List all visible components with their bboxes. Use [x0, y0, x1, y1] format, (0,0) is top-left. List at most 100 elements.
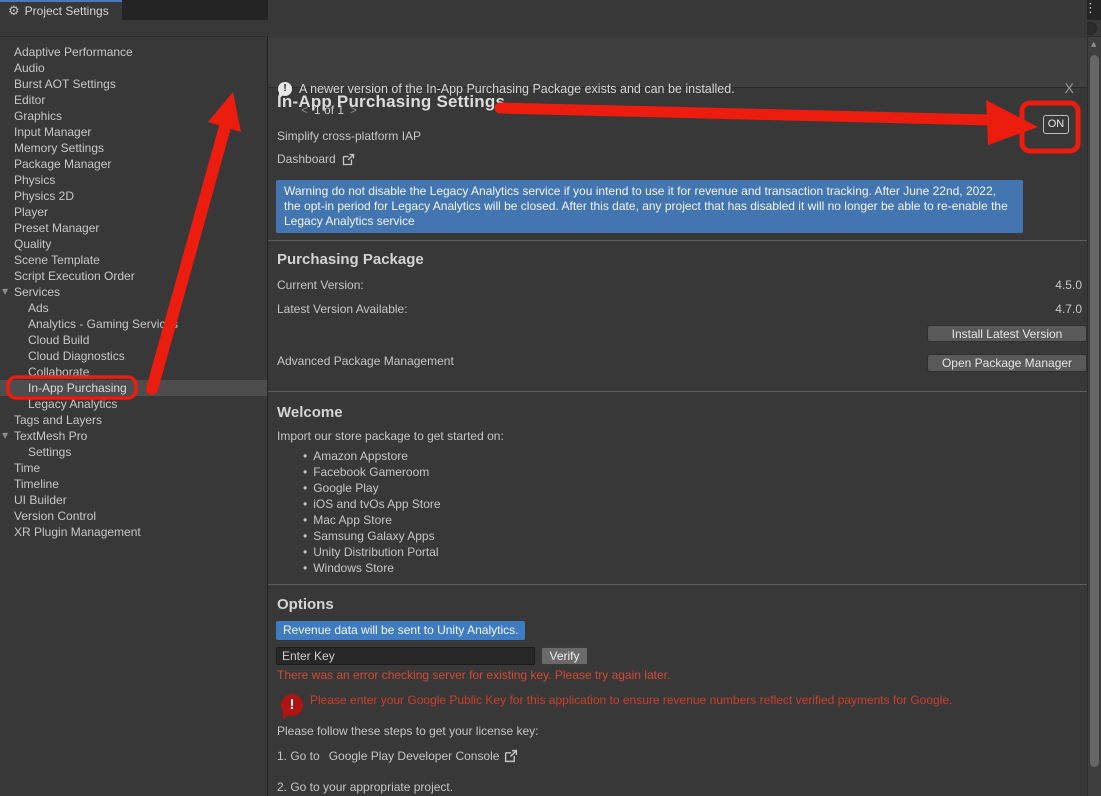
tab-project-settings[interactable]: ⚙ Project Settings [0, 0, 122, 20]
sidebar-item[interactable]: Adaptive Performance [0, 44, 267, 60]
scrollbar-thumb[interactable] [1090, 55, 1099, 767]
sidebar-item[interactable]: Script Execution Order [0, 268, 267, 284]
welcome-heading: Welcome [277, 404, 343, 421]
sidebar-item[interactable]: Physics 2D [0, 188, 267, 204]
current-version-row: Current Version: 4.5.0 [277, 278, 1082, 292]
sidebar-item[interactable]: Graphics [0, 108, 267, 124]
sidebar-item[interactable]: Input Manager [0, 124, 267, 140]
sidebar-item[interactable]: Settings [0, 444, 267, 460]
sidebar-item[interactable]: In-App Purchasing [0, 380, 267, 396]
store-list-item: Unity Distribution Portal [303, 544, 441, 560]
store-name: Facebook Gameroom [313, 465, 429, 479]
welcome-intro: Import our store package to get started … [277, 429, 1082, 443]
sidebar-item-label: Package Manager [14, 157, 111, 171]
sidebar-item[interactable]: Audio [0, 60, 267, 76]
latest-version-row: Latest Version Available: 4.7.0 [277, 302, 1082, 316]
page-title: In-App Purchasing Settings [277, 92, 505, 112]
server-error-text: There was an error checking server for e… [277, 668, 670, 682]
sidebar-item-label: Tags and Layers [14, 413, 102, 427]
sidebar-item[interactable]: Player [0, 204, 267, 220]
google-play-console-link[interactable]: Google Play Developer Console [329, 749, 500, 763]
store-list-item: Samsung Galaxy Apps [303, 528, 441, 544]
store-list: Amazon AppstoreFacebook GameroomGoogle P… [303, 448, 441, 576]
store-name: Samsung Galaxy Apps [313, 529, 434, 543]
sidebar-item[interactable]: Memory Settings [0, 140, 267, 156]
verify-button[interactable]: Verify [541, 647, 588, 665]
sidebar-item[interactable]: TextMesh Pro [0, 428, 267, 444]
section-divider [268, 584, 1087, 585]
settings-sidebar: Adaptive Performance Audio Burst AOT Set… [0, 37, 268, 796]
main-panel: ! A newer version of the In-App Purchasi… [268, 0, 1087, 796]
store-name: Mac App Store [313, 513, 392, 527]
sidebar-item[interactable]: Burst AOT Settings [0, 76, 267, 92]
sidebar-item[interactable]: Package Manager [0, 156, 267, 172]
iap-subtitle: Simplify cross-platform IAP [277, 129, 421, 143]
store-list-item: Windows Store [303, 560, 441, 576]
sidebar-item-label: TextMesh Pro [14, 429, 87, 443]
close-icon[interactable]: X [1065, 80, 1074, 96]
sidebar-item-label: Physics 2D [14, 189, 74, 203]
sidebar-item-label: Version Control [14, 509, 96, 523]
dashboard-link[interactable]: Dashboard [277, 152, 355, 166]
step1-prefix: 1. Go to [277, 749, 320, 763]
sidebar-item[interactable]: Version Control [0, 508, 267, 524]
sidebar-item-label: Editor [14, 93, 45, 107]
store-name: Unity Distribution Portal [313, 545, 438, 559]
sidebar-item[interactable]: Quality [0, 236, 267, 252]
latest-version-label: Latest Version Available: [277, 302, 408, 316]
sidebar-item[interactable]: Preset Manager [0, 220, 267, 236]
sidebar-item[interactable]: XR Plugin Management [0, 524, 267, 540]
advanced-package-label: Advanced Package Management [277, 354, 454, 368]
external-link-icon [342, 153, 355, 166]
sidebar-item[interactable]: Services [0, 284, 267, 300]
sidebar-item-label: Settings [28, 445, 71, 459]
sidebar-item-label: Player [14, 205, 48, 219]
sidebar-item-label: Input Manager [14, 125, 91, 139]
store-name: Google Play [313, 481, 378, 495]
sidebar-item-label: Scene Template [14, 253, 100, 267]
sidebar-item[interactable]: Ads [0, 300, 267, 316]
sidebar-item-label: Timeline [14, 477, 59, 491]
store-name: iOS and tvOs App Store [313, 497, 440, 511]
store-list-item: Mac App Store [303, 512, 441, 528]
error-icon: ! [281, 694, 303, 716]
options-heading: Options [277, 596, 334, 613]
google-key-input[interactable] [276, 647, 535, 665]
section-divider [268, 391, 1087, 392]
sidebar-item[interactable]: Scene Template [0, 252, 267, 268]
sidebar-item-label: Graphics [14, 109, 62, 123]
sidebar-item-label: Time [14, 461, 40, 475]
scroll-up-icon[interactable]: ▲ [1091, 40, 1096, 48]
sidebar-item[interactable]: Legacy Analytics [0, 396, 267, 412]
gear-icon: ⚙ [8, 5, 20, 18]
sidebar-item[interactable]: Timeline [0, 476, 267, 492]
open-package-manager-button[interactable]: Open Package Manager [927, 354, 1087, 372]
sidebar-item[interactable]: UI Builder [0, 492, 267, 508]
iap-on-toggle[interactable]: ON [1043, 115, 1069, 134]
install-latest-version-button[interactable]: Install Latest Version [927, 325, 1087, 342]
sidebar-item-label: Script Execution Order [14, 269, 135, 283]
purchasing-package-heading: Purchasing Package [277, 251, 424, 268]
sidebar-item[interactable]: Cloud Build [0, 332, 267, 348]
sidebar-item[interactable]: Tags and Layers [0, 412, 267, 428]
vertical-scrollbar[interactable]: ▲ [1087, 37, 1101, 796]
sidebar-item[interactable]: Physics [0, 172, 267, 188]
license-step-1: 1. Go to Google Play Developer Console [277, 749, 518, 763]
google-key-error-text: Please enter your Google Public Key for … [310, 693, 1065, 707]
notification-banner: ! A newer version of the In-App Purchasi… [268, 38, 1087, 88]
sidebar-item-label: Analytics - Gaming Services [28, 317, 178, 331]
sidebar-item[interactable]: Time [0, 460, 267, 476]
license-steps-intro: Please follow these steps to get your li… [277, 724, 538, 738]
sidebar-item-label: Preset Manager [14, 221, 99, 235]
store-list-item: iOS and tvOs App Store [303, 496, 441, 512]
sidebar-item[interactable]: Cloud Diagnostics [0, 348, 267, 364]
sidebar-item-label: Legacy Analytics [28, 397, 117, 411]
external-link-icon [504, 749, 518, 763]
sidebar-item[interactable]: Collaborate [0, 364, 267, 380]
tab-title: Project Settings [25, 4, 109, 18]
legacy-analytics-warning: Warning do not disable the Legacy Analyt… [276, 180, 1023, 233]
sidebar-item[interactable]: Analytics - Gaming Services [0, 316, 267, 332]
project-settings-window: ⚙ Project Settings ⋮ Adaptive Performanc… [0, 0, 1101, 796]
sidebar-item[interactable]: Editor [0, 92, 267, 108]
sidebar-item-label: In-App Purchasing [28, 381, 127, 395]
